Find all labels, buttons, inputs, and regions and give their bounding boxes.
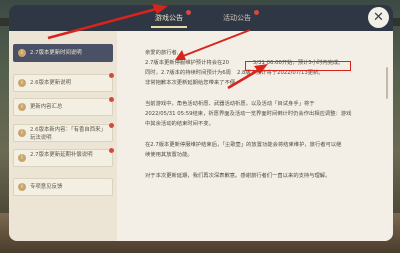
annotation-arrows — [47, 4, 268, 90]
arrow-line — [227, 66, 263, 90]
arrow-line — [177, 29, 251, 59]
arrow-line — [47, 6, 161, 40]
